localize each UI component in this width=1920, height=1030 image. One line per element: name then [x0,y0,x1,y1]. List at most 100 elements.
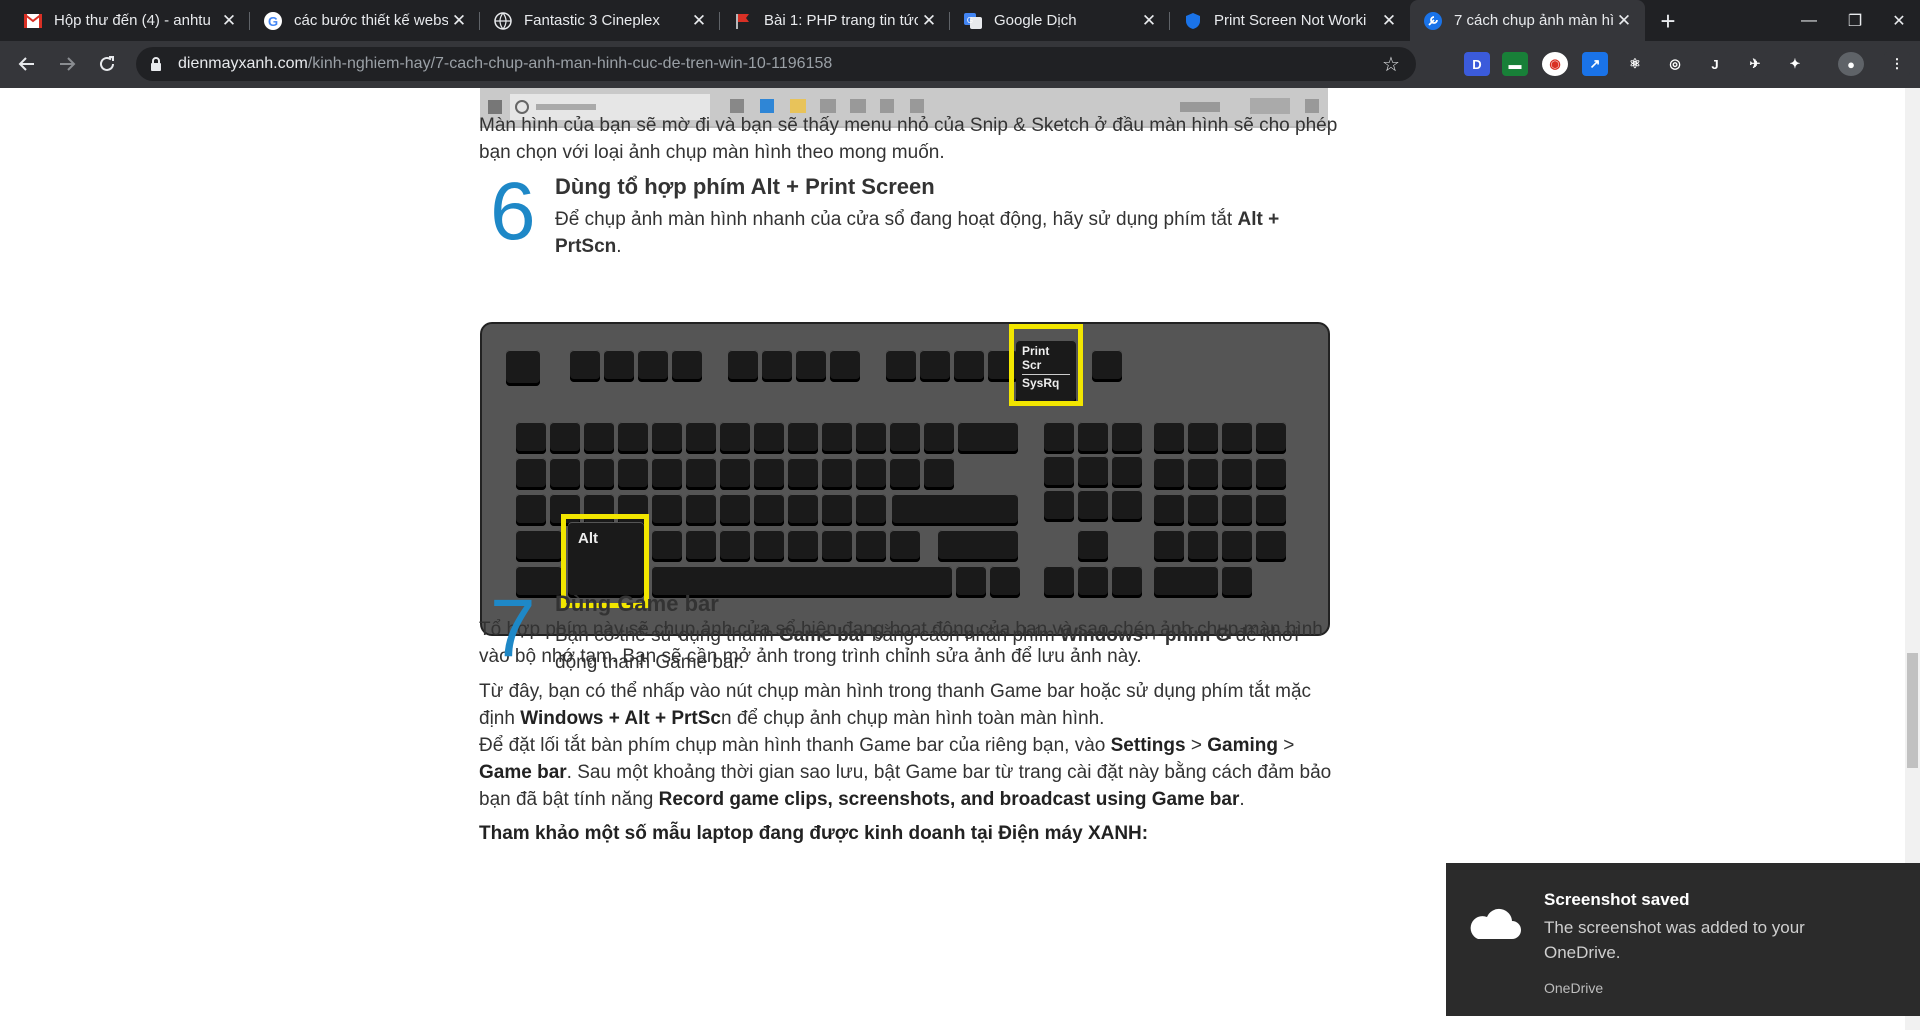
redflag-icon [734,12,752,30]
reload-icon [100,56,114,71]
keyboard-key [890,458,920,490]
keyboard-key [822,530,852,562]
keyboard-key [570,350,600,382]
svg-text:G: G [268,14,278,29]
tab-title: các bước thiết kế websi [294,12,448,29]
heading-game-bar: Dùng Game bar [555,591,719,616]
keyboard-key [1044,422,1074,454]
browser-tab[interactable]: 7 cách chụp ảnh màn hì ✕ [1410,0,1645,41]
browser-tab[interactable]: Fantastic 3 Cineplex ✕ [480,0,720,41]
keyboard-key [1188,422,1218,454]
keyboard-key [686,494,716,526]
puzzle-ext-icon[interactable]: ✦ [1782,52,1808,76]
keyboard-key [584,422,614,454]
url-domain: dienmayxanh.com [178,55,308,72]
tab-title: Bài 1: PHP trang tin tức [764,12,918,29]
heading-alt-print-screen: Dùng tổ hợp phím Alt + Print Screen [555,174,935,199]
keyboard-key [754,422,784,454]
keyboard-key [1044,456,1074,488]
address-bar[interactable]: dienmayxanh.com/kinh-nghiem-hay/7-cach-c… [136,47,1416,81]
keyboard-key [1112,566,1142,598]
record-ext-icon[interactable]: ◉ [1542,52,1568,76]
keyboard-key [604,350,634,382]
keyboard-key [754,530,784,562]
bookmark-star-icon[interactable]: ☆ [1382,52,1400,77]
gb2-b3: Game bar [479,762,567,783]
expand-ext-icon[interactable]: ↗ [1582,52,1608,76]
keyboard-key [550,422,580,454]
target-ext-icon[interactable]: ◎ [1662,52,1688,76]
j-ext-icon[interactable]: J [1702,52,1728,76]
gb2-t3: > [1277,735,1295,756]
tab-close-icon[interactable]: ✕ [688,10,710,32]
tab-close-icon[interactable]: ✕ [218,10,240,32]
d-ext-icon[interactable]: D [1464,52,1490,76]
keyboard-key [1222,530,1252,562]
keyboard-key [822,458,852,490]
paragraph-snip-sketch: Màn hình của bạn sẽ mờ đi và bạn sẽ thấy… [479,115,1338,163]
react-ext-icon[interactable]: ⚛ [1622,52,1648,76]
keyboard-key [506,350,540,386]
scrollbar-thumb[interactable] [1907,653,1918,768]
svg-text:G: G [967,16,973,25]
keyboard-key [1044,566,1074,598]
keyboard-key [1078,566,1108,598]
menu-icon[interactable]: ⋮ [1884,52,1910,76]
onedrive-notification[interactable]: Screenshot saved The screenshot was adde… [1446,863,1920,1016]
keyboard-key [788,422,818,454]
forward-button[interactable] [52,49,82,79]
keyboard-key [856,530,886,562]
s7-t3: + [1143,625,1165,646]
close-window-button[interactable]: ✕ [1876,0,1920,41]
tab-title: Hộp thư đến (4) - anhtu [54,12,211,29]
url-text[interactable]: dienmayxanh.com/kinh-nghiem-hay/7-cach-c… [178,55,832,73]
keyboard-key [638,350,668,382]
gb2-t5: . [1239,789,1245,810]
browser-tab[interactable]: Hộp thư đến (4) - anhtu ✕ [10,0,250,41]
minimize-button[interactable]: — [1786,0,1832,41]
bird-ext-icon[interactable]: ✈ [1742,52,1768,76]
tab-strip: Hộp thư đến (4) - anhtu ✕ Gcác bước thiết … [0,0,1920,41]
keyboard-key [1112,456,1142,488]
keyboard-key [1154,530,1184,562]
tab-close-icon[interactable]: ✕ [448,10,470,32]
onedrive-cloud-icon [1470,908,1521,939]
maximize-button[interactable]: ❐ [1832,0,1878,41]
keyboard-key [1256,458,1286,490]
gb2-b4: Record game clips, screenshots, and broa… [658,789,1240,810]
keyboard-key [728,350,758,382]
tab-title: Fantastic 3 Cineplex [524,12,660,29]
step-number-7: 7 [490,583,536,674]
profile-avatar-icon[interactable]: ● [1838,52,1864,76]
new-tab-button[interactable]: + [1654,6,1682,36]
browser-tab[interactable]: Bài 1: PHP trang tin tức ✕ [720,0,950,41]
back-button[interactable] [12,49,42,79]
keyboard-key [822,494,852,526]
keyboard-key [652,422,682,454]
tab-close-icon[interactable]: ✕ [1613,10,1635,32]
s7-t2: bằng cách nhấn phím [866,625,1060,646]
keyboard-key [652,458,682,490]
keyboard-key [1092,350,1122,382]
keyboard-key [924,458,954,490]
browser-tab[interactable]: Print Screen Not Worki ✕ [1170,0,1410,41]
reload-button[interactable] [92,49,122,79]
keyboard-key [920,350,950,382]
browser-tab[interactable]: Gcác bước thiết kế websi ✕ [250,0,480,41]
keyboard-key [720,530,750,562]
keyboard-key [1222,422,1252,454]
keyboard-key [890,422,920,454]
tab-close-icon[interactable]: ✕ [1378,10,1400,32]
tab-close-icon[interactable]: ✕ [1138,10,1160,32]
sheet-ext-icon[interactable]: ▬ [1502,52,1528,76]
tab-close-icon[interactable]: ✕ [918,10,940,32]
gb2-b2: Gaming [1207,735,1278,756]
browser-tab[interactable]: G Google Dịch ✕ [950,0,1170,41]
keyboard-key [516,458,546,490]
paragraph-gamebar-2: Để đặt lối tắt bàn phím chụp màn hình th… [479,732,1339,813]
keyboard-key [822,422,852,454]
gb2-t1: Để đặt lối tắt bàn phím chụp màn hình th… [479,735,1111,756]
keyboard-key [788,458,818,490]
keyboard-key [686,530,716,562]
gb2-b1: Settings [1110,735,1186,756]
